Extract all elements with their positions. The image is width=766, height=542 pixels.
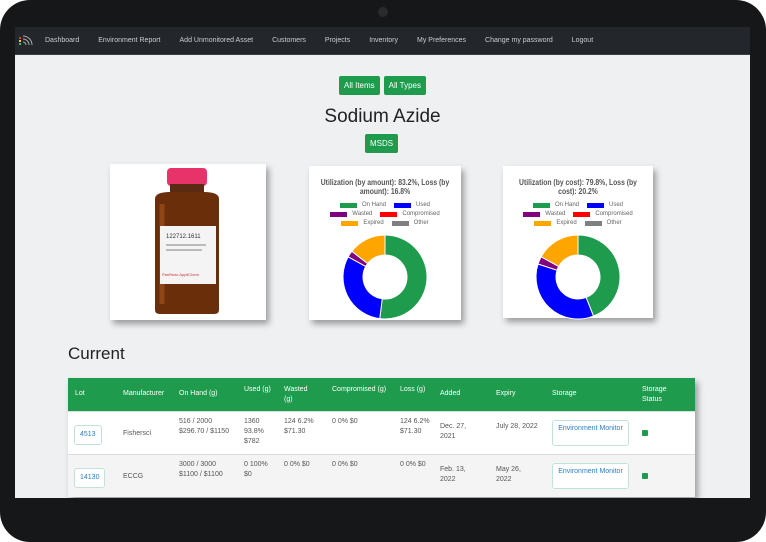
cell-used: 0 100% $0 (244, 461, 268, 478)
legend-item[interactable]: Wasted (523, 211, 565, 217)
legend-label: On Hand (361, 202, 386, 208)
msds-button[interactable]: MSDS (365, 134, 399, 153)
legend-swatch (339, 202, 357, 208)
column-header: Added (440, 390, 461, 397)
legend-item[interactable]: On Hand (532, 202, 579, 208)
cell-expiry: July 28, 2022 (496, 423, 538, 430)
column-header: Compromised (g) (332, 386, 387, 393)
legend-label: Compromised (402, 211, 440, 217)
cell-on-hand: 3000 / 3000 $1100 / $1100 (179, 461, 223, 478)
legend-swatch (534, 220, 552, 226)
legend-label: Wasted (352, 211, 373, 217)
cell-loss: 124 6.2% $71.30 (400, 418, 430, 435)
bottle-image: 122712.1611 PanReac AppliChem (155, 168, 219, 314)
table-row: 4513 Fishersci 516 / 2000 $296.70 / $1150 1… (68, 411, 695, 454)
chart-legend: On Hand Used Wasted Compromised Expired Other (503, 202, 653, 226)
nav-logout[interactable]: Logout (572, 37, 593, 44)
legend-swatch (587, 202, 604, 208)
legend-swatch (391, 220, 409, 226)
legend-item[interactable]: Used (394, 202, 430, 208)
cell-compromised: 0 0% $0 (332, 461, 358, 468)
chart-card-cost: Utilization (by cost): 79.8%, Loss (by c… (503, 166, 653, 320)
legend-swatch (523, 211, 541, 217)
page-title: Sodium Azide (324, 106, 441, 127)
nav-projects[interactable]: Projects (325, 37, 350, 44)
legend-item[interactable]: Used (587, 202, 623, 208)
cell-loss: 0 0% $0 (400, 461, 426, 468)
column-header: Used (g) (244, 386, 271, 393)
cell-wasted: 0 0% $0 (284, 461, 310, 468)
camera (378, 7, 388, 17)
cell-manufacturer: ECCG (123, 473, 144, 480)
nav-change-password[interactable]: Change my password (485, 37, 553, 44)
legend-label: Wasted (545, 211, 566, 217)
nav-customers[interactable]: Customers (272, 37, 306, 44)
svg-text:PanReac AppliChem: PanReac AppliChem (162, 272, 200, 277)
table-header: Lot Manufacturer On Hand (g) Used (g) Wasted… (68, 378, 695, 411)
legend-item[interactable]: Compromised (380, 211, 440, 217)
column-header: Loss (g) (400, 386, 426, 393)
cell-compromised: 0 0% $0 (332, 418, 358, 425)
legend-item[interactable]: On Hand (339, 202, 386, 208)
cell-added: Dec. 27, 2021 (440, 423, 467, 440)
cell-expiry: May 26, 2022 (496, 466, 521, 483)
tablet-frame: Dashboard Environment Report Add Unmonit… (0, 0, 766, 542)
column-header: Expiry (496, 390, 516, 397)
column-header: Storage (552, 390, 577, 397)
nav-my-preferences[interactable]: My Preferences (417, 37, 466, 44)
all-items-button[interactable]: All Items (339, 76, 380, 95)
screen: Dashboard Environment Report Add Unmonit… (15, 27, 750, 498)
cell-on-hand: 516 / 2000 $296.70 / $1150 (179, 418, 230, 435)
column-header: Storage Status (642, 386, 667, 403)
legend-swatch (380, 211, 398, 217)
donut-chart-cost (535, 234, 621, 320)
navbar: Dashboard Environment Report Add Unmonit… (15, 27, 750, 55)
cell-added: Feb. 13, 2022 (440, 466, 466, 483)
donut-slice-used[interactable] (342, 256, 383, 320)
legend-label: Used (609, 202, 624, 208)
nav-inventory[interactable]: Inventory (369, 37, 398, 44)
lot-link[interactable]: 4513 (74, 425, 102, 445)
donut-chart-amount (342, 234, 428, 320)
table-row: 14130 ECCG 3000 / 3000 $1100 / $1100 0 100%… (68, 454, 695, 497)
column-header: On Hand (g) (179, 390, 218, 397)
legend-swatch (532, 202, 550, 208)
chart-title: Utilization (by amount): 83.2%, Loss (by… (320, 178, 450, 196)
legend-swatch (573, 211, 591, 217)
legend-label: On Hand (554, 202, 579, 208)
svg-text:122712.1611: 122712.1611 (166, 234, 201, 240)
column-header: Manufacturer (123, 390, 165, 397)
legend-item[interactable]: Compromised (573, 211, 633, 217)
donut-slice-used[interactable] (535, 263, 595, 320)
nav-dashboard[interactable]: Dashboard (45, 37, 79, 44)
legend-swatch (394, 202, 411, 208)
chart-title: Utilization (by cost): 79.8%, Loss (by c… (519, 178, 637, 196)
all-types-button[interactable]: All Types (383, 76, 426, 95)
environment-monitor-button[interactable]: Environment Monitor (552, 463, 629, 489)
product-image: 122712.1611 PanReac AppliChem (110, 164, 266, 320)
cell-manufacturer: Fishersci (123, 430, 152, 437)
legend-item[interactable]: Wasted (330, 211, 372, 217)
logo-icon[interactable] (19, 35, 33, 47)
nav-add-unmonitored-asset[interactable]: Add Unmonitored Asset (180, 37, 254, 44)
storage-status-check-icon (642, 473, 648, 479)
nav-environment-report[interactable]: Environment Report (98, 37, 160, 44)
donut-slice-on-hand[interactable] (379, 234, 428, 320)
chart-card-amount: Utilization (by amount): 83.2%, Loss (by… (309, 166, 461, 320)
legend-swatch (584, 220, 602, 226)
column-header: Wasted (g) (284, 386, 308, 403)
legend-label: Used (416, 202, 431, 208)
cell-wasted: 124 6.2% $71.30 (284, 418, 314, 435)
environment-monitor-button[interactable]: Environment Monitor (552, 420, 629, 446)
legend-swatch (341, 220, 359, 226)
lots-table: Lot Manufacturer On Hand (g) Used (g) Wasted… (68, 378, 695, 497)
legend-label: Compromised (595, 211, 633, 217)
legend-swatch (330, 211, 348, 217)
storage-status-check-icon (642, 430, 648, 436)
cell-used: 1360 93.8% $782 (244, 418, 264, 445)
chart-legend: On Hand Used Wasted Compromised Expired Other (309, 202, 461, 226)
section-title: Current (68, 344, 125, 363)
lot-link[interactable]: 14130 (74, 468, 106, 488)
